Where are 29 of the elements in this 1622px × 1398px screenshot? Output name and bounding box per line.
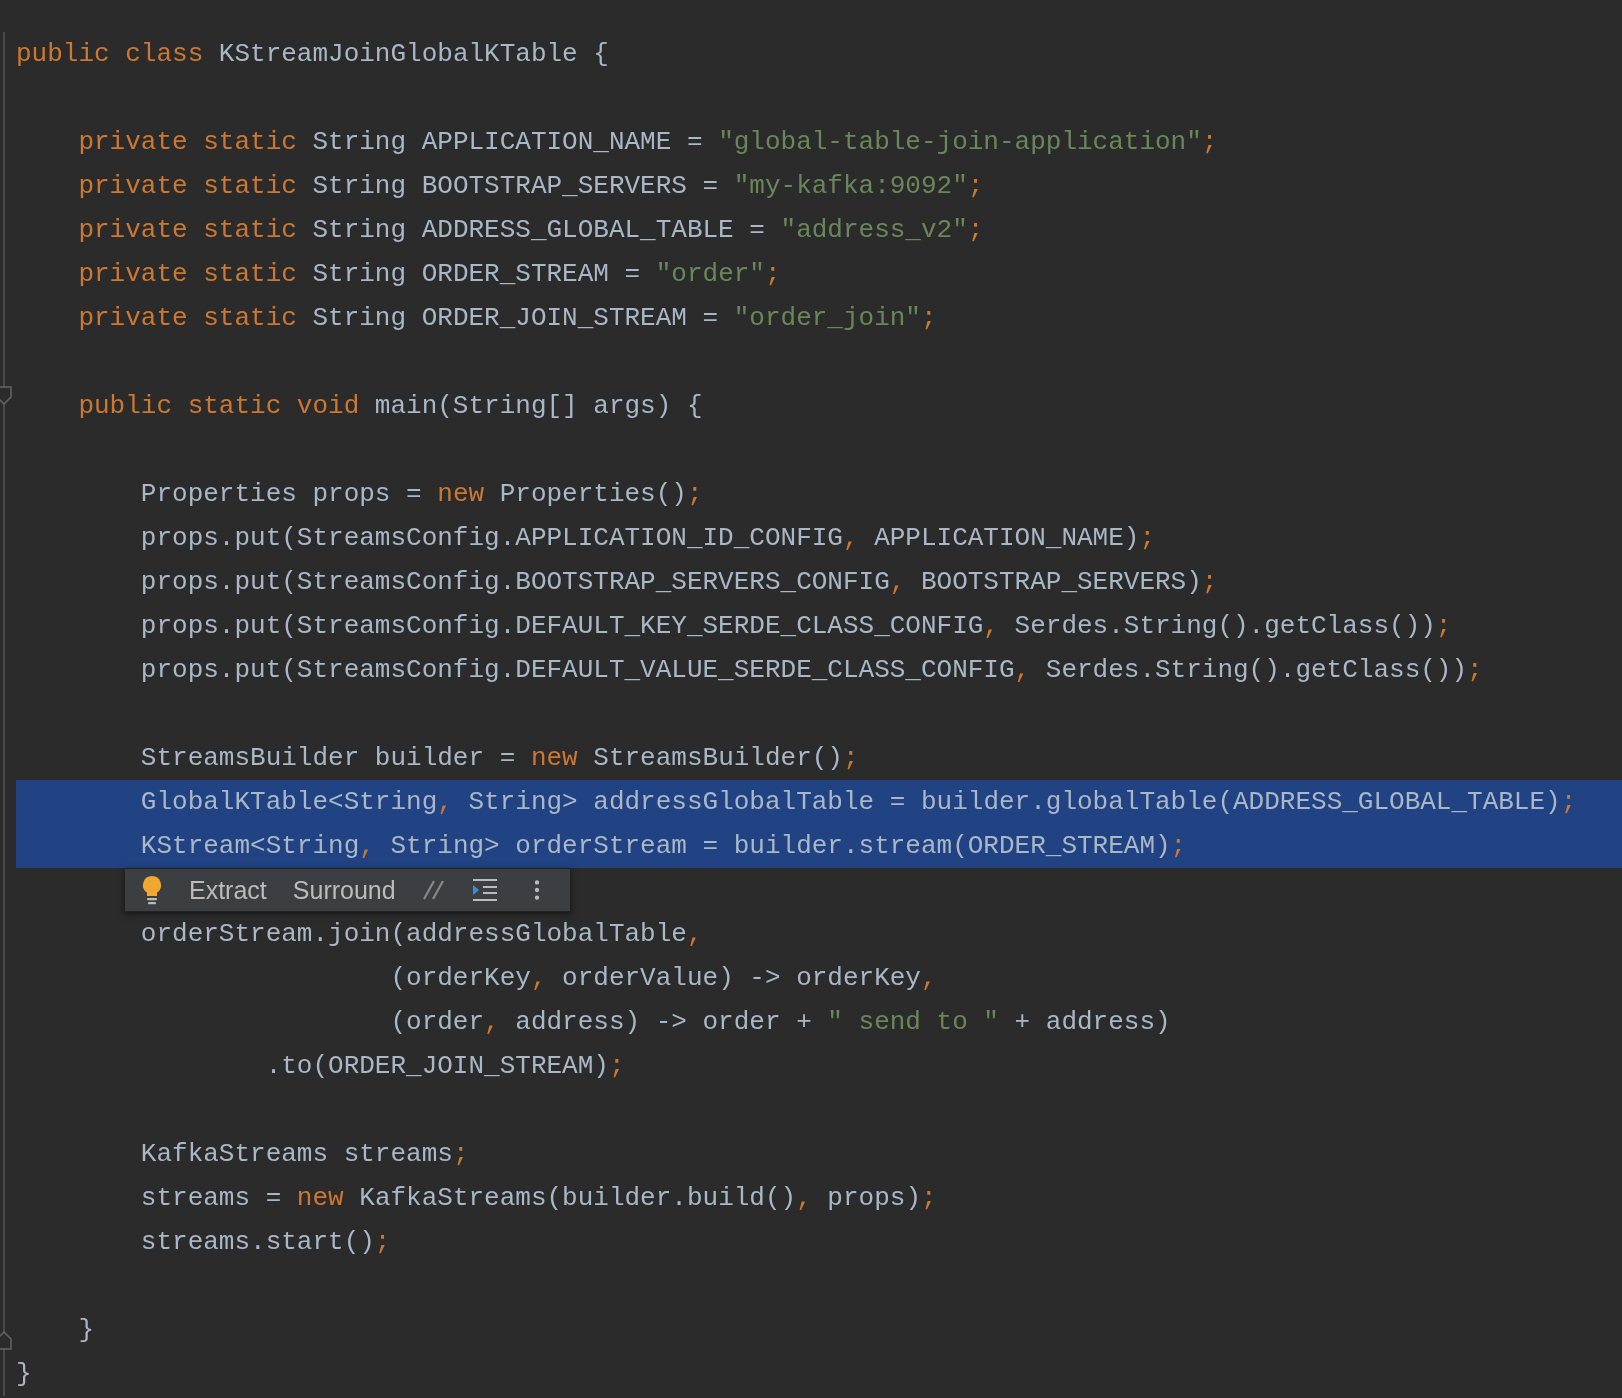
fold-icon[interactable] — [0, 1330, 12, 1350]
code-line: private static String APPLICATION_NAME = "global-table-join-application"; — [77, 126, 1219, 159]
code-line: } — [77, 1314, 95, 1347]
code-line: props.put(StreamsConfig.DEFAULT_VALUE_SERDE_CLASS_CONFIG, Serdes.String().getClass()); — [139, 654, 1484, 687]
comment-icon[interactable] — [421, 880, 446, 900]
code-line: private static String ORDER_JOIN_STREAM = "order_join"; — [77, 302, 938, 335]
action-button[interactable]: Surround — [292, 875, 396, 905]
action-button[interactable]: Extract — [189, 875, 267, 905]
code-line: private static String ORDER_STREAM = "order"; — [77, 258, 782, 291]
indent-icon[interactable] — [471, 879, 498, 901]
code-line: props.put(StreamsConfig.APPLICATION_ID_CONFIG, APPLICATION_NAME); — [139, 522, 1156, 555]
code-line: streams = new KafkaStreams(builder.build(), props); — [139, 1182, 938, 1215]
code-line: (order, address) -> order + " send to " + address) — [389, 1006, 1172, 1039]
code-line: KafkaStreams streams; — [139, 1138, 470, 1171]
code-line: props.put(StreamsConfig.DEFAULT_KEY_SERDE_CLASS_CONFIG, Serdes.String().getClass()); — [139, 610, 1453, 643]
code-line: public static void main(String[] args) { — [77, 390, 704, 423]
fold-icon[interactable] — [0, 386, 12, 406]
code-line: .to(ORDER_JOIN_STREAM); — [264, 1050, 626, 1083]
code-line: (orderKey, orderValue) -> orderKey, — [389, 962, 938, 995]
code-line: public class KStreamJoinGlobalKTable { — [16, 38, 610, 71]
code-line: } — [16, 1358, 33, 1391]
code-line: streams.start(); — [139, 1226, 392, 1259]
code-line: StreamsBuilder builder = new StreamsBuilder(); — [139, 742, 860, 775]
lightbulb-icon[interactable] — [141, 875, 163, 905]
code-line: props.put(StreamsConfig.BOOTSTRAP_SERVERS_CONFIG, BOOTSTRAP_SERVERS); — [139, 566, 1219, 599]
code-line: Properties props = new Properties(); — [139, 478, 704, 511]
code-line: private static String ADDRESS_GLOBAL_TABLE = "address_v2"; — [77, 214, 985, 247]
code-line: orderStream.join(addressGlobalTable, — [139, 918, 704, 951]
code-line: private static String BOOTSTRAP_SERVERS = "my-kafka:9092"; — [77, 170, 985, 203]
